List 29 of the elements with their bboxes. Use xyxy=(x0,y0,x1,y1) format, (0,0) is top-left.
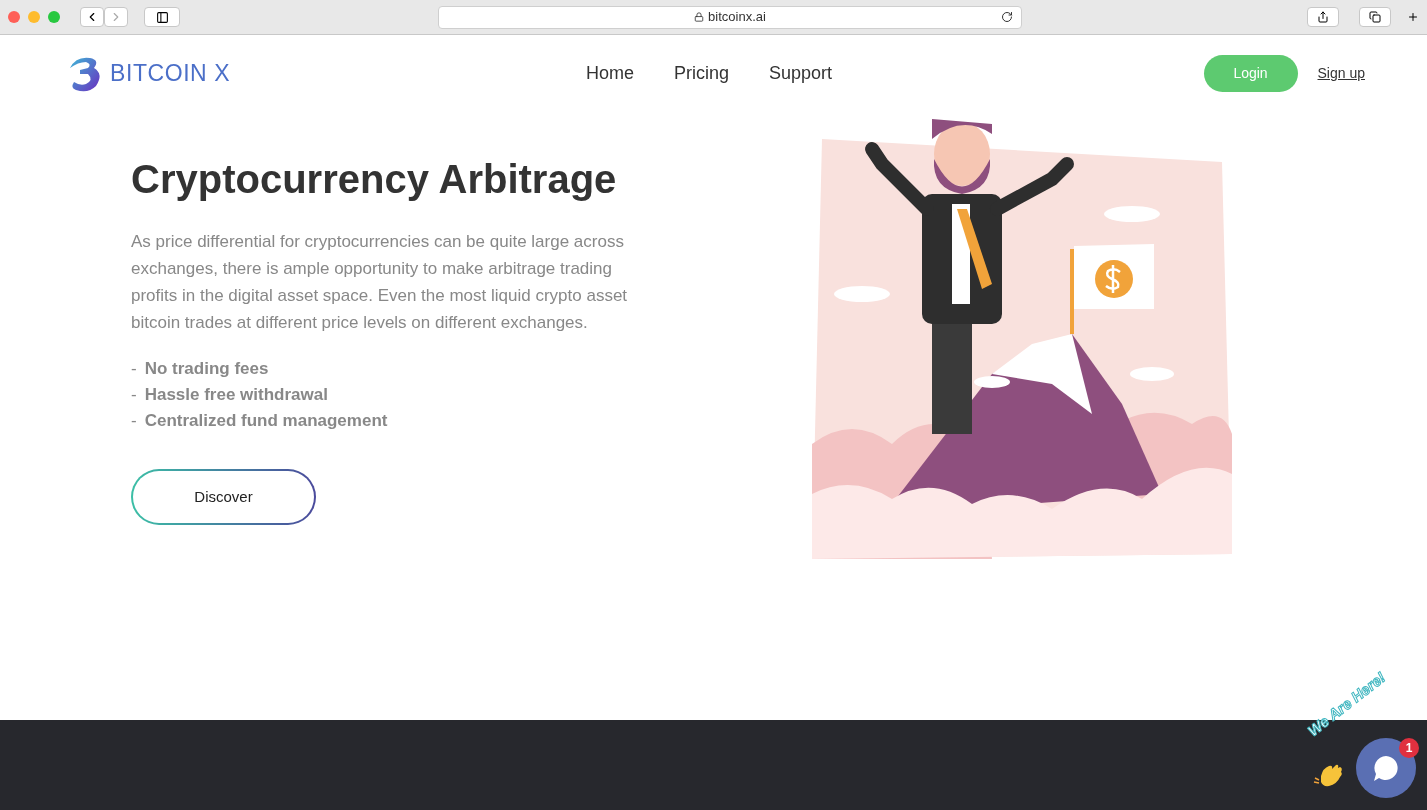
nav-link[interactable]: Support xyxy=(769,60,833,87)
reload-icon[interactable] xyxy=(1001,11,1013,23)
nav-link[interactable]: Pricing xyxy=(674,60,730,87)
lock-icon xyxy=(694,12,705,22)
feature-item: Centralized fund management xyxy=(144,410,388,432)
hero-paragraph: As price differential for cryptocurrencies can be quite large across exchanges, there is ample opportunity to make arbitrage trading profits in the digital asset space. Even the most liquid crypto asset bitcoin trades at different price levels on different exchanges. xyxy=(131,231,629,334)
nav-link[interactable]: Home xyxy=(586,60,634,87)
discover-button[interactable]: Discover xyxy=(131,469,316,525)
back-button[interactable] xyxy=(80,7,104,27)
share-icon xyxy=(1317,11,1329,23)
url-text: bitcoinx.ai xyxy=(708,8,766,27)
feature-item: Hassle free withdrawal xyxy=(144,384,328,406)
feature-item: No trading fees xyxy=(144,358,269,380)
list-dash: - xyxy=(131,410,137,432)
list-dash: - xyxy=(131,358,137,380)
tabs-icon xyxy=(1369,11,1381,23)
sidebar-icon xyxy=(155,10,169,24)
close-window-icon[interactable] xyxy=(8,11,20,23)
sign-up-link[interactable]: Sign up xyxy=(1317,63,1365,84)
hero-title: Cryptocurrency Arbitrage xyxy=(131,156,618,203)
share-button[interactable] xyxy=(1307,7,1339,27)
waving-hand-icon xyxy=(1313,762,1345,788)
sidebar-button[interactable] xyxy=(144,7,180,27)
list-dash: - xyxy=(131,384,137,406)
logo-text: BITCOIN X xyxy=(110,59,231,89)
tabs-button[interactable] xyxy=(1359,7,1391,27)
new-tab-icon[interactable] xyxy=(1407,11,1419,23)
chat-bubble-icon xyxy=(1371,753,1401,783)
address-bar[interactable]: bitcoinx.ai xyxy=(438,5,1022,29)
